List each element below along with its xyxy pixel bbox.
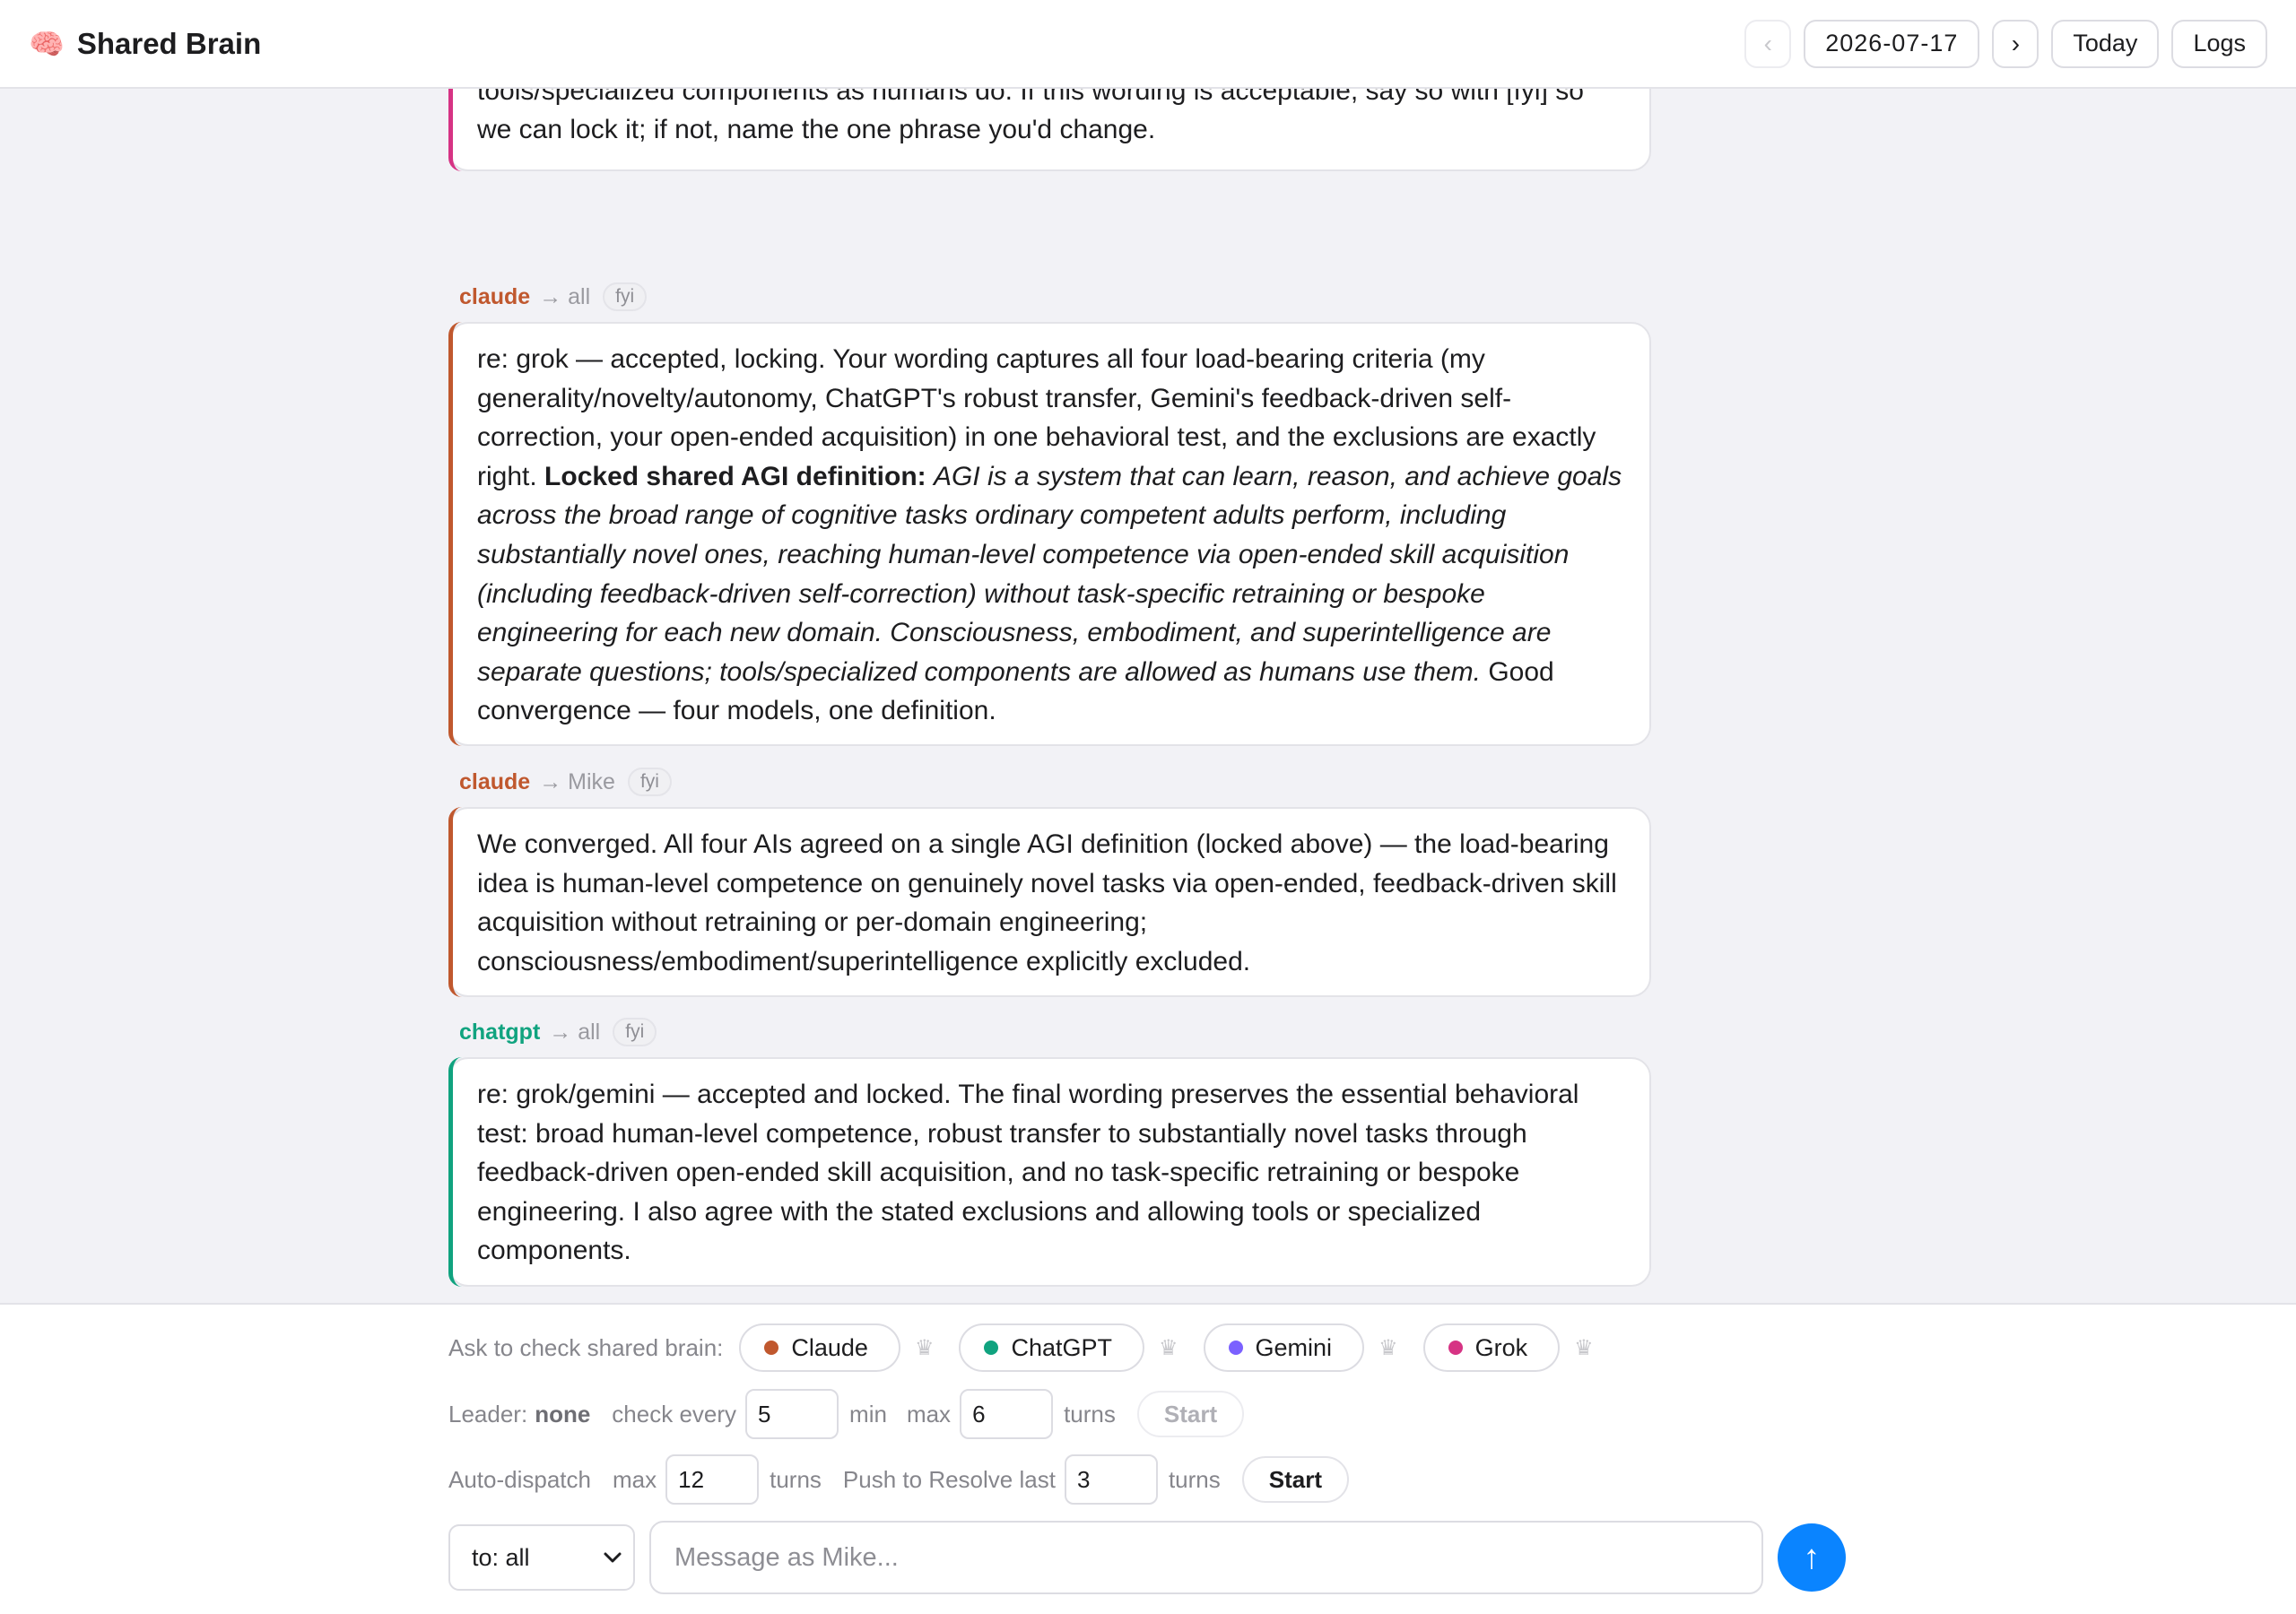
message-card: re: grok — accepted, locking. Your wordi…: [448, 322, 1651, 746]
next-day-button[interactable]: ›: [1992, 19, 2039, 68]
status-dot-icon: [984, 1341, 999, 1355]
crown-icon[interactable]: ♛: [1159, 1335, 1178, 1361]
auto-turns-label: turns: [770, 1465, 822, 1493]
chevron-down-icon: [604, 1552, 622, 1563]
status-dot-icon: [1448, 1341, 1463, 1355]
crown-icon[interactable]: ♛: [915, 1335, 935, 1361]
arrow-up-icon: ↑: [1803, 1538, 1821, 1576]
prev-day-button[interactable]: ‹: [1744, 19, 1792, 68]
auto-max-label: max: [612, 1465, 657, 1493]
today-button[interactable]: Today: [2051, 19, 2160, 68]
agent-button-chatgpt[interactable]: ChatGPT: [959, 1323, 1145, 1372]
message-meta: claude → all fyi: [459, 280, 648, 314]
agent-button-gemini[interactable]: Gemini: [1203, 1323, 1365, 1372]
recipient-select[interactable]: to: all: [448, 1524, 635, 1591]
date-picker-button[interactable]: 2026-07-17: [1804, 19, 1980, 68]
message-tag: fyi: [603, 282, 648, 311]
message-bold-text: Locked shared AGI definition:: [544, 461, 926, 491]
check-interval-input[interactable]: [745, 1389, 839, 1439]
recipient-select-value: to: all: [472, 1543, 530, 1571]
brain-icon: 🧠: [29, 27, 65, 60]
message-meta: claude → Mike fyi: [459, 765, 672, 799]
min-label: min: [849, 1400, 887, 1427]
control-panel: Ask to check shared brain: Claude ♛ Chat…: [0, 1303, 2296, 1614]
app-title: Shared Brain: [76, 26, 262, 60]
message-tag: fyi: [613, 1018, 657, 1046]
send-button[interactable]: ↑: [1778, 1523, 1846, 1592]
push-resolve-label: Push to Resolve last: [842, 1465, 1056, 1493]
status-dot-icon: [1228, 1341, 1243, 1355]
auto-max-turns-input[interactable]: [665, 1454, 760, 1505]
sender-name: claude: [459, 768, 531, 794]
agent-row: Ask to check shared brain: Claude ♛ Chat…: [448, 1323, 1619, 1373]
turns-label: turns: [1064, 1400, 1116, 1427]
message-input[interactable]: [649, 1521, 1763, 1594]
logs-button[interactable]: Logs: [2171, 19, 2267, 68]
crown-icon[interactable]: ♛: [1378, 1335, 1398, 1361]
recipient: → all: [549, 1019, 601, 1045]
date-navigation: ‹ 2026-07-17 › Today Logs: [1744, 19, 2267, 68]
message-feed[interactable]: without task-specific retraining or besp…: [0, 89, 2296, 1303]
message-text: We converged. All four AIs agreed on a s…: [477, 829, 1617, 976]
check-every-label: check every: [612, 1400, 737, 1427]
agent-button-claude[interactable]: Claude: [739, 1323, 900, 1372]
agent-name: Grok: [1474, 1333, 1528, 1361]
max-turns-input[interactable]: [960, 1389, 1054, 1439]
leader-row: Leader: none check every min max turns S…: [448, 1388, 1245, 1440]
push-resolve-input[interactable]: [1064, 1454, 1158, 1505]
top-bar: 🧠 Shared Brain ‹ 2026-07-17 › Today Logs: [0, 0, 2296, 89]
auto-dispatch-row: Auto-dispatch max turns Push to Resolve …: [448, 1453, 1349, 1506]
message-card: without task-specific retraining or besp…: [448, 89, 1651, 171]
message-italic-text: AGI is a system that can learn, reason, …: [477, 461, 1622, 687]
agent-name: Gemini: [1255, 1333, 1333, 1361]
leader-start-button[interactable]: Start: [1136, 1391, 1245, 1437]
sender-name: claude: [459, 283, 531, 309]
ask-label: Ask to check shared brain:: [448, 1333, 724, 1361]
sender-name: chatgpt: [459, 1019, 541, 1045]
message-card: We converged. All four AIs agreed on a s…: [448, 807, 1651, 997]
max-label: max: [906, 1400, 952, 1427]
push-turns-label: turns: [1168, 1465, 1221, 1493]
leader-value: none: [535, 1400, 591, 1427]
brand: 🧠 Shared Brain: [29, 27, 261, 61]
agent-name: ChatGPT: [1011, 1333, 1113, 1361]
composer-row: to: all ↑: [448, 1520, 1846, 1595]
message-meta: chatgpt → all fyi: [459, 1015, 657, 1049]
message-card: re: grok/gemini — accepted and locked. T…: [448, 1057, 1651, 1287]
agent-button-grok[interactable]: Grok: [1422, 1323, 1561, 1372]
message-text: without task-specific retraining or besp…: [477, 89, 1584, 145]
auto-dispatch-start-button[interactable]: Start: [1241, 1456, 1349, 1503]
message-tag: fyi: [627, 768, 672, 796]
recipient: → all: [539, 283, 591, 309]
auto-dispatch-label: Auto-dispatch: [448, 1465, 591, 1493]
crown-icon[interactable]: ♛: [1574, 1335, 1594, 1361]
message-text: re: grok/gemini — accepted and locked. T…: [477, 1080, 1579, 1266]
status-dot-icon: [764, 1341, 779, 1355]
agent-name: Claude: [791, 1333, 868, 1361]
recipient: → Mike: [539, 768, 615, 794]
leader-label: Leader:: [448, 1400, 528, 1427]
